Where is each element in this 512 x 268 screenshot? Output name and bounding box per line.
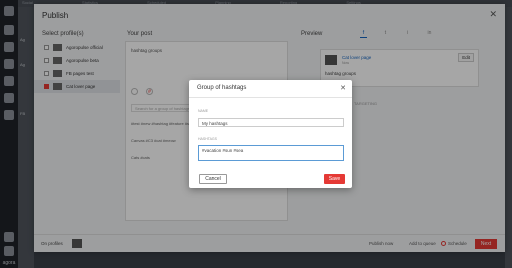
close-icon[interactable]: ✕ xyxy=(340,84,346,92)
save-button[interactable]: Save xyxy=(324,174,345,184)
divider xyxy=(189,97,352,98)
cancel-button[interactable]: Cancel xyxy=(199,174,227,184)
hashtags-label: HASHTAGS xyxy=(198,137,217,141)
modal-title: Group of hashtags xyxy=(197,85,247,91)
name-field[interactable]: My hashtags xyxy=(198,118,344,127)
hashtags-field[interactable]: #vacation #sun #sea xyxy=(198,145,344,161)
hashtag-group-modal: Group of hashtags ✕ NAME My hashtags HAS… xyxy=(189,80,352,188)
name-label: NAME xyxy=(198,109,209,113)
